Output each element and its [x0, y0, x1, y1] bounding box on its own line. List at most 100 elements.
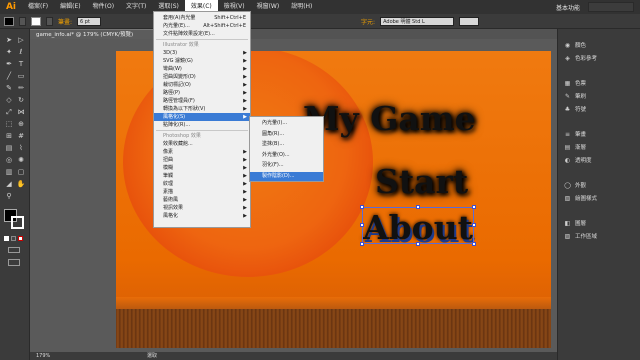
effect-menu-item[interactable]: 風格化 ▶ — [154, 212, 250, 220]
mesh-tool-icon[interactable]: # — [16, 131, 26, 141]
effect-menu-item[interactable]: 素描 ▶ — [154, 188, 250, 196]
slice-tool-icon[interactable]: ◢ — [4, 179, 14, 189]
panel-button[interactable]: ≡ 筆畫 — [558, 128, 640, 140]
eyedropper-tool-icon[interactable]: ⌇ — [16, 143, 26, 153]
eraser-tool-icon[interactable]: ◇ — [4, 95, 14, 105]
effect-menu-item[interactable]: 文件點陣效果設定(E)... — [154, 30, 250, 38]
stroke-weight-field[interactable]: 6 pt — [77, 16, 102, 26]
effect-menu-item[interactable]: 3D(3) ▶ — [154, 49, 250, 57]
menu-item[interactable]: 說明(H) — [285, 0, 318, 14]
effect-menu-item[interactable]: 彎曲(W) ▶ — [154, 65, 250, 73]
resize-handle[interactable] — [360, 205, 364, 209]
font-family-field[interactable]: Adobe 明體 Std L — [380, 16, 455, 26]
draw-mode-icon[interactable] — [8, 247, 20, 253]
resize-handle[interactable] — [472, 242, 476, 246]
scale-tool-icon[interactable]: ⤢ — [4, 107, 14, 117]
stroke-dropdown[interactable] — [46, 16, 53, 26]
panel-button[interactable]: ▦ 色票 — [558, 77, 640, 89]
effect-menu-item[interactable]: 模糊 ▶ — [154, 164, 250, 172]
panel-button[interactable]: ♣ 符號 — [558, 103, 640, 115]
effect-menu-item[interactable]: 藝術風 ▶ — [154, 196, 250, 204]
stroke-swatch[interactable] — [31, 16, 41, 26]
start-text[interactable]: Start — [375, 162, 468, 201]
effect-menu-item[interactable]: 筆觸 ▶ — [154, 172, 250, 180]
menu-item[interactable]: 物件(O) — [87, 0, 120, 14]
none-mode-icon[interactable] — [18, 236, 23, 241]
panel-button[interactable]: ▨ 工作區域 — [558, 230, 640, 242]
selection-tool-icon[interactable]: ➤ — [4, 35, 14, 45]
panel-button[interactable]: ▧ 繪圖樣式 — [558, 192, 640, 204]
effect-menu-item[interactable]: 效果收藏館... — [154, 140, 250, 148]
free-transform-tool-icon[interactable]: ⬚ — [4, 119, 14, 129]
screen-mode-icon[interactable] — [8, 259, 20, 266]
effect-menu-item[interactable]: 點陣化(R)... — [154, 121, 250, 129]
effect-menu-item[interactable]: 套用(A)內光暈 Shift+Ctrl+E — [154, 14, 250, 22]
lasso-tool-icon[interactable]: ℓ — [16, 47, 26, 57]
perspective-grid-tool-icon[interactable]: ⊞ — [4, 131, 14, 141]
effect-menu-item[interactable]: 內光暈(E)... Alt+Shift+Ctrl+E — [154, 22, 250, 30]
fill-dropdown[interactable] — [19, 16, 26, 26]
stylize-submenu-item[interactable]: 製作陰影(D)... — [250, 171, 323, 181]
panel-button[interactable]: ▤ 漸層 — [558, 141, 640, 153]
menu-item[interactable]: 檔案(F) — [22, 0, 54, 14]
effect-menu-item[interactable]: 風格化(S) ▶ — [154, 113, 250, 121]
search-input[interactable] — [588, 2, 634, 12]
resize-handle[interactable] — [472, 205, 476, 209]
zoom-level[interactable]: 179% — [36, 353, 50, 359]
menu-item[interactable]: 編輯(E) — [54, 0, 86, 14]
stylize-submenu-item[interactable]: 外光暈(O)... — [250, 151, 323, 160]
resize-handle[interactable] — [360, 242, 364, 246]
font-style-field[interactable] — [459, 16, 480, 26]
resize-handle[interactable] — [416, 205, 420, 209]
direct-selection-tool-icon[interactable]: ▷ — [16, 35, 26, 45]
line-tool-icon[interactable]: ╱ — [4, 71, 14, 81]
resize-handle[interactable] — [416, 242, 420, 246]
panel-button[interactable]: ◯ 外觀 — [558, 179, 640, 191]
pen-tool-icon[interactable]: ✒ — [4, 59, 14, 69]
pencil-tool-icon[interactable]: ✏ — [16, 83, 26, 93]
effect-menu-item[interactable]: SVG 濾鏡(G) ▶ — [154, 57, 250, 65]
menu-item[interactable]: 視窗(W) — [251, 0, 286, 14]
fill-swatch[interactable] — [4, 16, 14, 26]
zoom-tool-icon[interactable]: ⚲ — [4, 191, 14, 201]
stylize-submenu-item[interactable]: 圓角(R)... — [250, 130, 323, 139]
effect-menu-item[interactable]: 像素 ▶ — [154, 148, 250, 156]
blend-tool-icon[interactable]: ◎ — [4, 155, 14, 165]
symbol-sprayer-tool-icon[interactable]: ✺ — [16, 155, 26, 165]
gradient-mode-icon[interactable] — [11, 236, 16, 241]
hand-tool-icon[interactable]: ✋ — [16, 179, 26, 189]
rectangle-tool-icon[interactable]: ▭ — [16, 71, 26, 81]
grass-field[interactable] — [116, 309, 551, 348]
type-tool-icon[interactable]: T — [16, 59, 26, 69]
resize-handle[interactable] — [360, 223, 364, 227]
artboard-tool-icon[interactable]: ▢ — [16, 167, 26, 177]
panel-button[interactable]: ◈ 色彩參考 — [558, 52, 640, 64]
effect-menu-item[interactable]: 裁切標記(O) ▶ — [154, 81, 250, 89]
menu-item[interactable]: 文字(T) — [120, 0, 152, 14]
magic-wand-tool-icon[interactable]: ✦ — [4, 47, 14, 57]
panel-button[interactable]: ◧ 圖層 — [558, 217, 640, 229]
resize-handle[interactable] — [472, 223, 476, 227]
rotate-tool-icon[interactable]: ↻ — [16, 95, 26, 105]
color-mode-icon[interactable] — [4, 236, 9, 241]
workspace-switcher[interactable]: 基本功能 — [556, 3, 580, 12]
effect-menu-item[interactable]: 扭曲 ▶ — [154, 156, 250, 164]
game-title-text[interactable]: My Game — [303, 99, 476, 138]
stylize-submenu-item[interactable]: 塗抹(B)... — [250, 140, 323, 149]
paintbrush-tool-icon[interactable]: ✎ — [4, 83, 14, 93]
stylize-submenu-item[interactable]: 羽化(F)... — [250, 161, 323, 170]
width-tool-icon[interactable]: ⋈ — [16, 107, 26, 117]
graph-tool-icon[interactable]: ▥ — [4, 167, 14, 177]
gradient-tool-icon[interactable]: ▤ — [4, 143, 14, 153]
panel-button[interactable]: ✎ 筆刷 — [558, 90, 640, 102]
panel-button[interactable]: ◐ 透明度 — [558, 154, 640, 166]
effect-menu-item[interactable]: 視訊效果 ▶ — [154, 204, 250, 212]
stroke-color-icon[interactable] — [11, 216, 24, 229]
shape-builder-tool-icon[interactable]: ⊕ — [16, 119, 26, 129]
panel-button[interactable]: ◉ 顏色 — [558, 39, 640, 51]
selection-bounding-box[interactable] — [360, 205, 476, 246]
effect-menu-item[interactable]: 路徑管理員(F) ▶ — [154, 97, 250, 105]
effect-menu-item[interactable]: 路徑(P) ▶ — [154, 89, 250, 97]
stylize-submenu-item[interactable]: 內光暈(I)... — [250, 119, 323, 128]
effect-menu-item[interactable]: 轉換為以下形狀(V) ▶ — [154, 105, 250, 113]
